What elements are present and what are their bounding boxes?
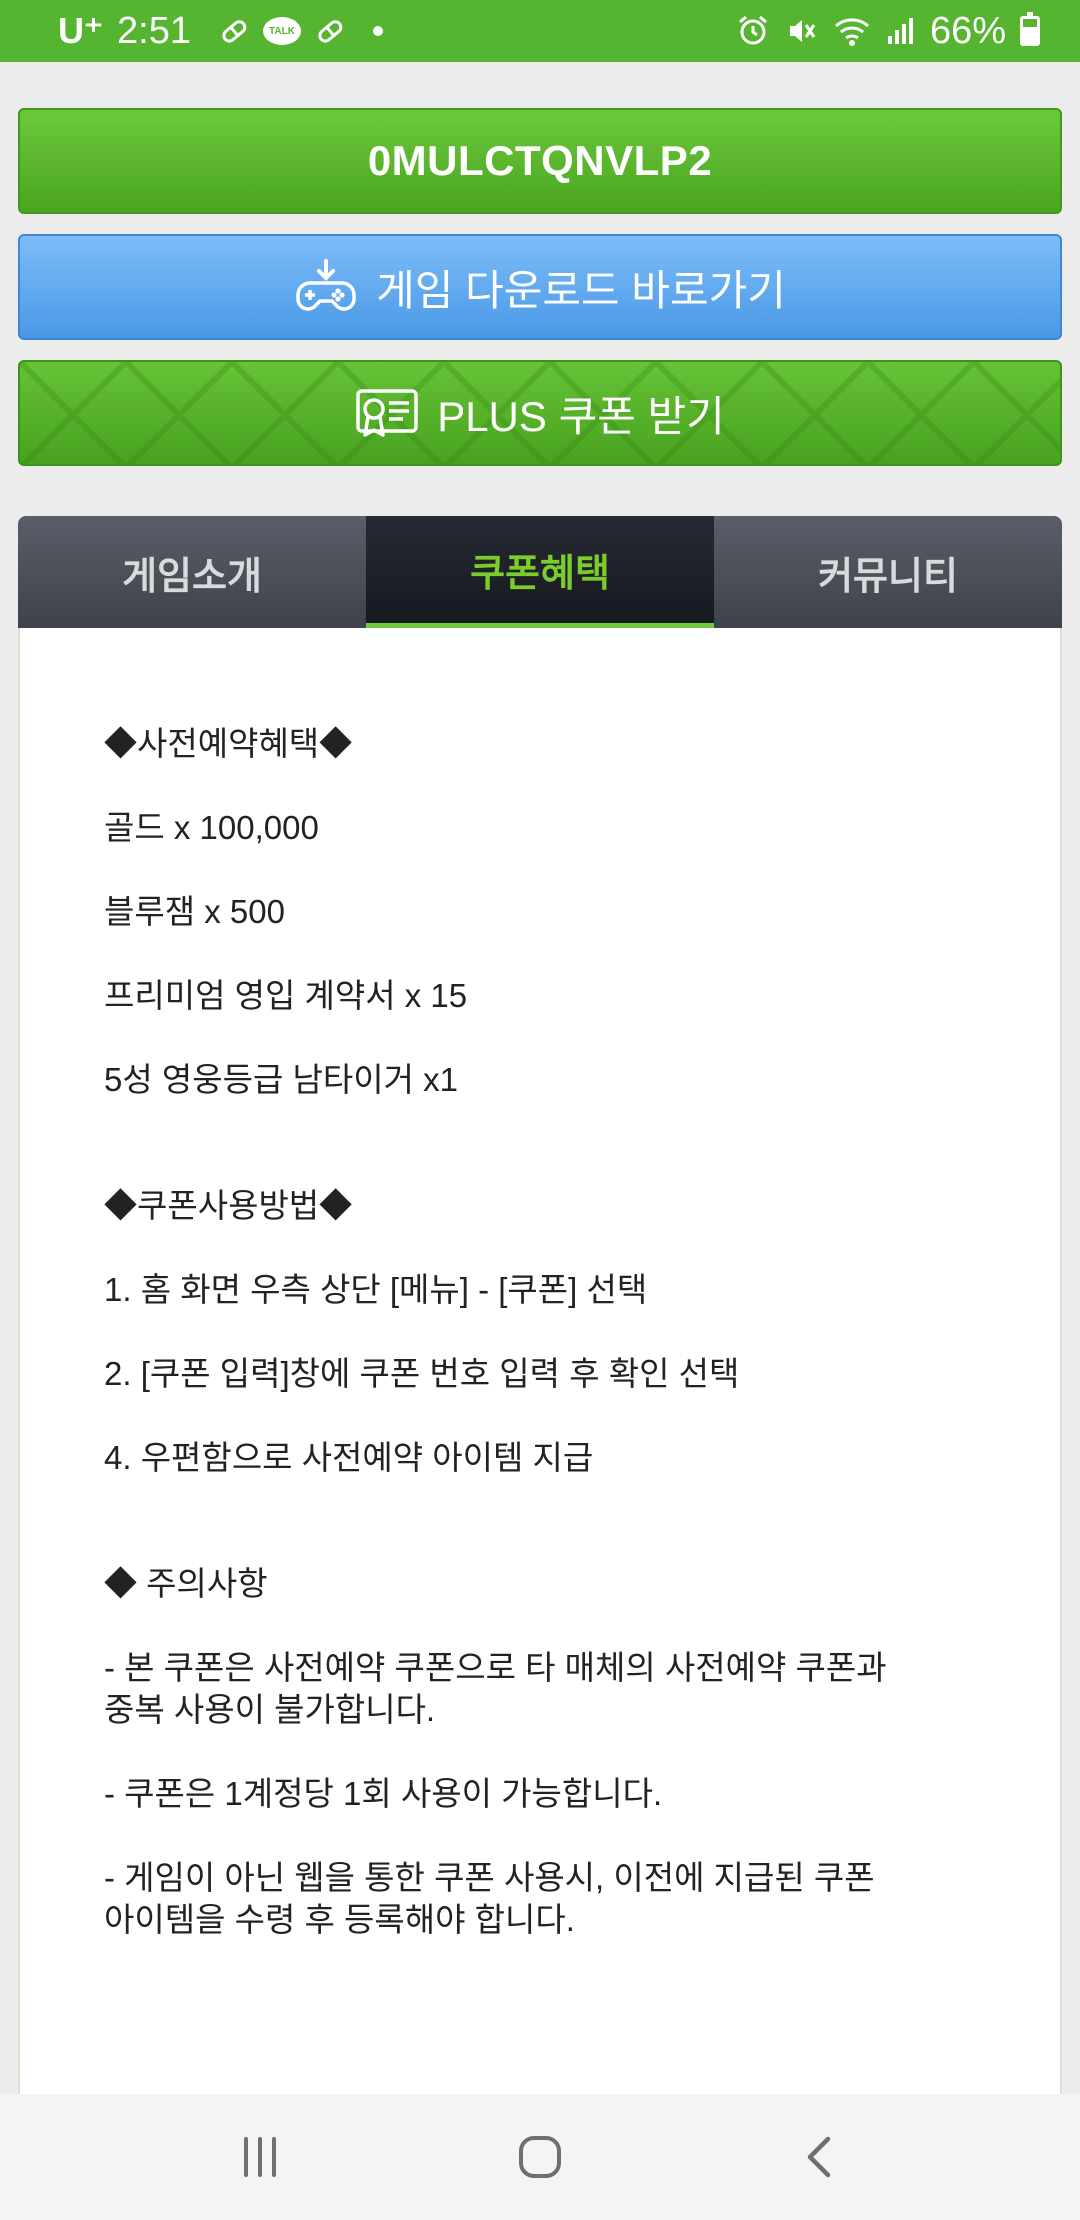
dot-icon bbox=[372, 26, 383, 36]
clock: 2:51 bbox=[117, 9, 191, 52]
mute-icon bbox=[784, 14, 818, 48]
game-download-label: 게임 다운로드 바로가기 bbox=[376, 266, 786, 314]
reward-item: 5성 영웅등급 남타이거 x1 bbox=[104, 1061, 458, 1098]
status-bar: U⁺ 2:51 TALK 66% bbox=[0, 0, 1080, 62]
plus-coupon-label: PLUS 쿠폰 받기 bbox=[437, 392, 725, 440]
usage-title: ◆쿠폰사용방법◆ bbox=[104, 1187, 353, 1224]
back-icon bbox=[807, 2136, 831, 2178]
coupon-benefits-content: ◆사전예약혜택◆ 골드 x 100,000 블루잼 x 500 프리미엄 영입 … bbox=[18, 628, 1062, 2094]
tab-game-intro[interactable]: 게임소개 bbox=[18, 516, 366, 628]
notice-line: - 게임이 아닌 웹을 통한 쿠폰 사용시, 이전에 지급된 쿠폰 bbox=[104, 1859, 875, 1896]
tab-bar: 게임소개 쿠폰혜택 커뮤니티 bbox=[18, 516, 1062, 628]
notice-item: - 본 쿠폰은 사전예약 쿠폰으로 타 매체의 사전예약 쿠폰과 중복 사용이 … bbox=[104, 1647, 978, 1731]
notice-line: 아이템을 수령 후 등록해야 합니다. bbox=[104, 1901, 575, 1938]
recent-apps-icon bbox=[244, 2137, 276, 2177]
carrier-label: U⁺ bbox=[58, 10, 103, 51]
back-button[interactable] bbox=[780, 2117, 860, 2197]
recent-apps-button[interactable] bbox=[220, 2117, 300, 2197]
certificate-icon bbox=[355, 385, 419, 441]
notice-line: - 쿠폰은 1계정당 1회 사용이 가능합니다. bbox=[104, 1775, 663, 1812]
plus-coupon-button[interactable]: PLUS 쿠폰 받기 bbox=[18, 360, 1062, 466]
tab-community[interactable]: 커뮤니티 bbox=[714, 516, 1062, 628]
notice-item: - 쿠폰은 1계정당 1회 사용이 가능합니다. bbox=[104, 1773, 978, 1815]
signal-icon bbox=[886, 14, 916, 48]
coupon-code-button[interactable]: 0MULCTQNVLP2 bbox=[18, 108, 1062, 214]
coupon-code-label: 0MULCTQNVLP2 bbox=[367, 137, 713, 184]
preorder-title: ◆사전예약혜택◆ bbox=[104, 725, 353, 762]
notice-title: ◆ 주의사항 bbox=[104, 1565, 268, 1602]
notice-line: 중복 사용이 불가합니다. bbox=[104, 1691, 436, 1728]
battery-percent: 66% bbox=[929, 9, 1006, 52]
notice-line: - 본 쿠폰은 사전예약 쿠폰으로 타 매체의 사전예약 쿠폰과 bbox=[104, 1649, 887, 1686]
tab-coupon-benefits[interactable]: 쿠폰혜택 bbox=[366, 516, 714, 628]
battery-icon bbox=[1020, 12, 1040, 46]
wifi-icon bbox=[832, 14, 872, 48]
usage-step: 1. 홈 화면 우측 상단 [메뉴] - [쿠폰] 선택 bbox=[104, 1271, 648, 1308]
usage-step: 4. 우편함으로 사전예약 아이템 지급 bbox=[104, 1439, 594, 1476]
reward-item: 블루잼 x 500 bbox=[104, 893, 285, 930]
reward-item: 골드 x 100,000 bbox=[104, 809, 319, 846]
reward-item: 프리미엄 영입 계약서 x 15 bbox=[104, 977, 468, 1014]
navigation-bar bbox=[0, 2094, 1080, 2220]
usage-step: 2. [쿠폰 입력]창에 쿠폰 번호 입력 후 확인 선택 bbox=[104, 1355, 740, 1392]
game-download-button[interactable]: 게임 다운로드 바로가기 bbox=[18, 234, 1062, 340]
gamepad-download-icon bbox=[294, 259, 358, 315]
notice-item: - 게임이 아닌 웹을 통한 쿠폰 사용시, 이전에 지급된 쿠폰 아이템을 수… bbox=[104, 1857, 978, 1941]
kakaotalk-icon: TALK bbox=[262, 17, 301, 45]
home-button[interactable] bbox=[500, 2117, 580, 2197]
pill-icon bbox=[315, 16, 345, 46]
pill-icon bbox=[219, 16, 249, 46]
alarm-icon bbox=[736, 14, 770, 48]
home-icon bbox=[519, 2136, 561, 2178]
